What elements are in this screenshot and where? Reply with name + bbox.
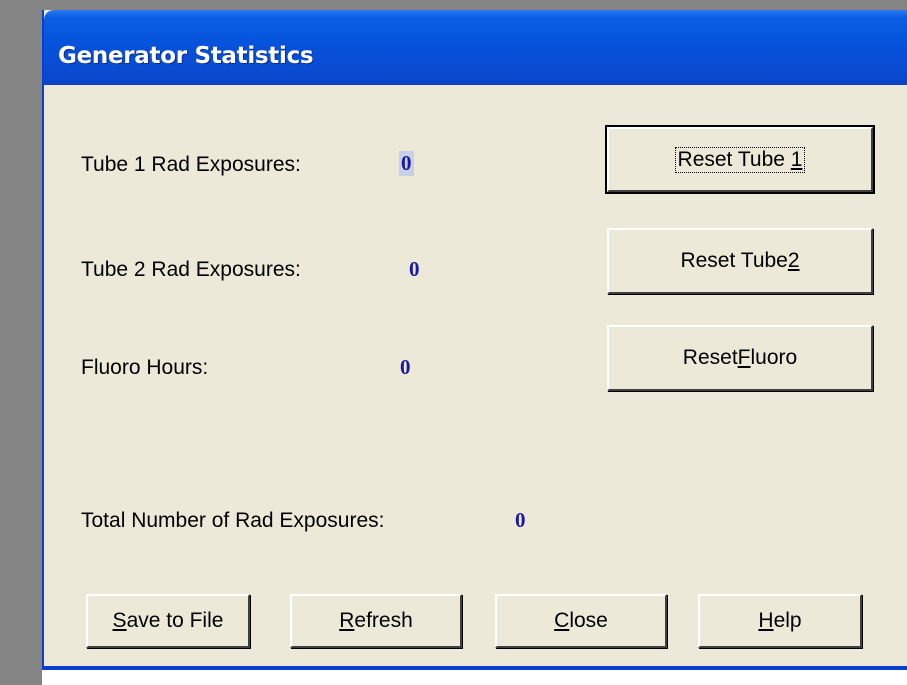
refresh-button[interactable]: Refresh — [290, 594, 462, 648]
save-to-file-button[interactable]: Save to File — [86, 594, 250, 648]
tube2-rad-exposures-value: 0 — [409, 257, 420, 281]
close-button[interactable]: Close — [495, 594, 667, 648]
title-bar[interactable]: Generator Statistics — [44, 10, 907, 85]
help-button[interactable]: Help — [698, 594, 862, 648]
window-title: Generator Statistics — [58, 43, 314, 69]
reset-tube1-focus-rect: Reset Tube 1 — [674, 146, 806, 173]
reset-tube1-button[interactable]: Reset Tube 1 — [605, 125, 875, 194]
desktop-background-left — [0, 0, 42, 685]
fluoro-hours-label: Fluoro Hours: — [81, 356, 209, 379]
tube1-rad-exposures-value: 0 — [399, 151, 414, 176]
reset-tube2-button[interactable]: Reset Tube 2 — [607, 228, 873, 294]
generator-statistics-dialog: Generator Statistics Tube 1 Rad Exposure… — [42, 10, 907, 670]
reset-fluoro-button[interactable]: Reset Fluoro — [607, 325, 873, 391]
total-rad-exposures-value: 0 — [515, 508, 526, 532]
tube2-rad-exposures-label: Tube 2 Rad Exposures: — [81, 258, 301, 281]
fluoro-hours-value: 0 — [400, 355, 411, 379]
total-rad-exposures-label: Total Number of Rad Exposures: — [81, 509, 385, 532]
desktop-background-top — [0, 0, 907, 10]
tube1-rad-exposures-label: Tube 1 Rad Exposures: — [81, 153, 301, 176]
